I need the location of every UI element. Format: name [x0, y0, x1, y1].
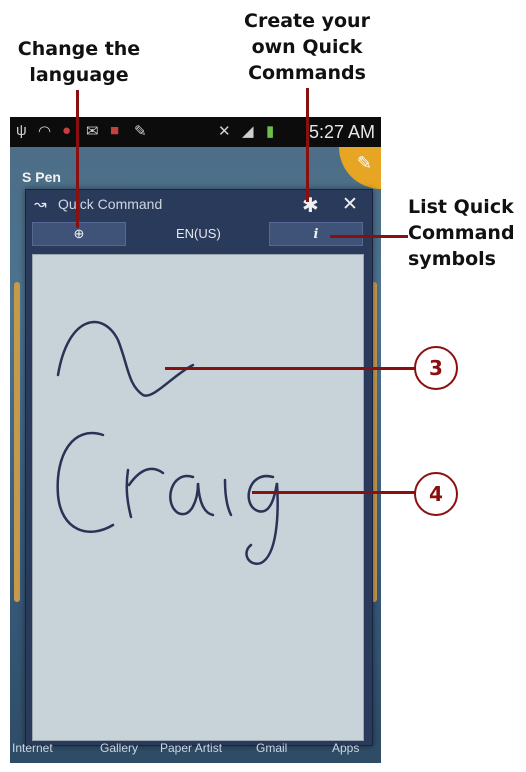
side-strip-left — [14, 282, 20, 602]
leader-step-3 — [165, 367, 415, 370]
change-language-button[interactable]: ⊕ — [32, 222, 126, 246]
leader-create — [306, 88, 309, 202]
pencil-icon: ✎ — [356, 153, 372, 173]
dock-item-gallery[interactable]: Gallery — [100, 741, 138, 755]
dialog-title: Quick Command — [58, 196, 163, 212]
tilde-stroke — [56, 320, 195, 397]
battery-icon: ▮ — [266, 123, 275, 140]
step-4-marker: 4 — [414, 472, 458, 516]
dock-item-internet[interactable]: Internet — [12, 741, 53, 755]
callout-create-commands: Create your own Quick Commands — [244, 10, 370, 84]
dock-item-apps[interactable]: Apps — [332, 741, 359, 755]
dock-item-gmail[interactable]: Gmail — [256, 741, 287, 755]
callout-list-symbols: List Quick Command symbols — [408, 196, 515, 270]
handwriting-canvas — [56, 320, 279, 565]
handwriting-pad[interactable] — [32, 254, 364, 741]
close-icon[interactable]: ✕ — [342, 193, 358, 216]
quick-command-logo-icon: ↝ — [34, 196, 47, 213]
notification-icon: ● — [62, 122, 72, 139]
status-bar: ψ ◠ ● ✉ ■ ✎ ✕ ◢ ▮ 5:27 AM — [10, 117, 381, 147]
step-3-marker: 3 — [414, 346, 458, 390]
status-time: 5:27 AM — [308, 122, 375, 142]
leader-language — [76, 90, 79, 228]
language-code: EN(US) — [176, 226, 221, 241]
usb-icon: ψ — [16, 122, 27, 139]
phone-screen: ψ ◠ ● ✉ ■ ✎ ✕ ◢ ▮ 5:27 AM S Pen ✎ ↝ Quic… — [10, 117, 381, 763]
leader-list-horizontal — [330, 235, 408, 238]
quick-command-dialog: ↝ Quick Command ✱ ✕ ⊕ EN(US) i — [25, 189, 373, 746]
spen-label: S Pen — [22, 169, 61, 185]
dock-item-paper-artist[interactable]: Paper Artist — [160, 741, 222, 755]
store-icon: ■ — [110, 122, 120, 139]
mail-icon: ✉ — [86, 123, 99, 140]
handwriting-word — [56, 431, 279, 565]
callout-change-language: Change the language — [17, 38, 141, 86]
signal-icon: ◢ — [242, 123, 254, 140]
info-icon: i — [313, 226, 319, 242]
globe-icon: ⊕ — [73, 226, 85, 241]
wifi-icon: ◠ — [38, 123, 52, 140]
app-dock: Internet Gallery Paper Artist Gmail Apps — [10, 739, 381, 763]
leader-step-4 — [252, 491, 415, 494]
pen-icon: ✎ — [134, 123, 147, 140]
list-symbols-button[interactable]: i — [269, 222, 363, 246]
mute-icon: ✕ — [218, 123, 231, 140]
edit-tab[interactable]: ✎ — [339, 147, 381, 189]
gear-icon[interactable]: ✱ — [302, 193, 319, 218]
